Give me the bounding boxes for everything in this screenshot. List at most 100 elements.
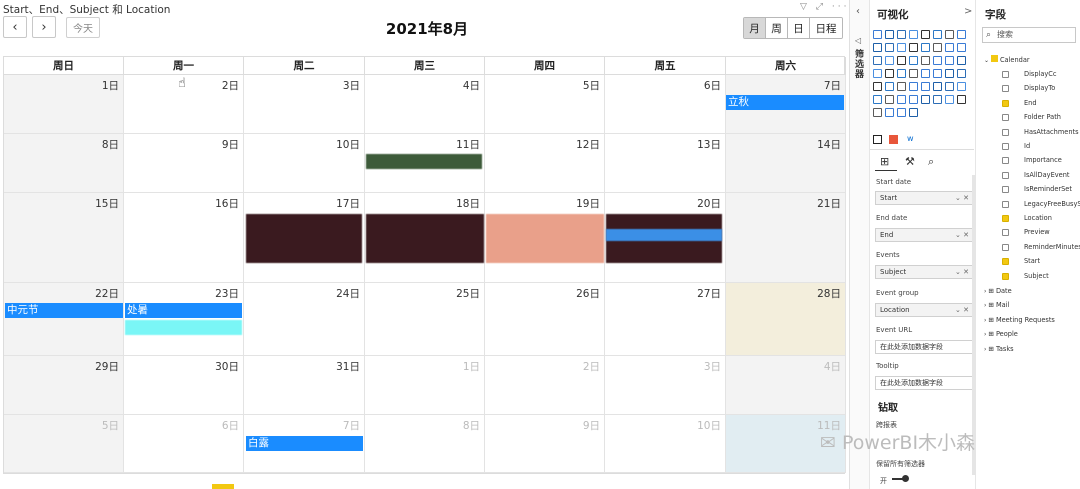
visual-type-icon[interactable] — [957, 56, 966, 65]
toggle-knob[interactable] — [902, 475, 909, 482]
visual-type-icon[interactable] — [933, 56, 942, 65]
visual-type-icon[interactable] — [873, 82, 882, 91]
day-cell[interactable]: 13日 — [605, 134, 726, 193]
visual-type-icon[interactable] — [933, 30, 942, 39]
visual-type-icon[interactable] — [897, 95, 906, 104]
field-checkbox[interactable] — [1002, 128, 1009, 136]
field-checkbox[interactable] — [1002, 71, 1009, 78]
remove-field-icon[interactable]: ⌄ ✕ — [955, 304, 969, 316]
field-item[interactable]: Folder Path — [1002, 113, 1080, 123]
next-month-button[interactable]: › — [32, 16, 56, 38]
end-well[interactable]: End ⌄ ✕ — [875, 228, 973, 242]
day-cell[interactable]: 25日 — [365, 283, 485, 356]
visual-type-icon[interactable] — [933, 43, 942, 52]
day-cell[interactable]: 5日 — [485, 75, 605, 134]
visual-type-icon[interactable] — [957, 95, 966, 104]
field-item[interactable]: Preview — [1002, 228, 1080, 238]
day-cell[interactable]: 3日 — [605, 356, 726, 415]
day-cell[interactable]: 27日 — [605, 283, 726, 356]
visual-type-icon[interactable] — [921, 95, 930, 104]
field-item[interactable]: End — [1002, 99, 1080, 109]
event-liqiu[interactable]: 立秋 — [726, 95, 844, 110]
visual-type-icon[interactable] — [921, 82, 930, 91]
visual-type-icon[interactable] — [945, 43, 954, 52]
day-cell[interactable]: 9日 — [485, 415, 605, 473]
today-button[interactable]: 今天 — [66, 17, 100, 38]
table-item[interactable]: › ⊞ Tasks — [984, 345, 1014, 353]
remove-field-icon[interactable]: ⌄ ✕ — [955, 192, 969, 204]
day-cell[interactable]: 29日 — [4, 356, 124, 415]
day-cell[interactable]: 4日 — [365, 75, 485, 134]
collapse-chevron-icon[interactable]: ‹ — [856, 6, 860, 17]
day-cell[interactable]: 9日 — [124, 134, 244, 193]
day-cell[interactable]: 22日 — [4, 283, 124, 356]
field-checkbox[interactable] — [1002, 114, 1009, 122]
visual-type-icon[interactable] — [933, 69, 942, 78]
visual-type-icon[interactable] — [933, 82, 942, 91]
field-item[interactable]: DisplayCc — [1002, 70, 1080, 80]
visual-type-icon[interactable] — [957, 82, 966, 91]
visual-type-icon[interactable] — [957, 43, 966, 52]
visual-type-icon[interactable] — [873, 43, 882, 52]
visual-type-icon[interactable] — [909, 56, 918, 65]
visual-type-icon[interactable] — [897, 43, 906, 52]
visual-type-icon[interactable] — [933, 95, 942, 104]
field-checkbox[interactable] — [1002, 258, 1009, 266]
subject-well[interactable]: Subject ⌄ ✕ — [875, 265, 973, 279]
prev-month-button[interactable]: ‹ — [3, 16, 27, 38]
visual-type-icon[interactable] — [921, 69, 930, 78]
expand-chevron-icon[interactable]: > — [964, 6, 972, 17]
day-cell[interactable]: 1日 — [365, 356, 485, 415]
location-well[interactable]: Location ⌄ ✕ — [875, 303, 973, 317]
visual-type-icon[interactable] — [885, 56, 894, 65]
day-cell[interactable]: 5日 — [4, 415, 124, 473]
view-week-button[interactable]: 周 — [766, 18, 788, 38]
event-redacted[interactable] — [486, 214, 604, 263]
field-item[interactable]: IsReminderSet — [1002, 185, 1080, 195]
visual-type-icon[interactable] — [921, 43, 930, 52]
format-paint-icon[interactable]: ⚒ — [905, 155, 915, 168]
calendar-visual-icon[interactable] — [873, 135, 882, 144]
day-cell[interactable]: 24日 — [244, 283, 365, 356]
event-redacted[interactable] — [366, 214, 484, 263]
fields-tab-icon[interactable]: ⊞ — [880, 155, 889, 168]
day-cell[interactable]: 8日 — [365, 415, 485, 473]
day-cell[interactable]: 21日 — [726, 193, 846, 283]
field-checkbox[interactable] — [1002, 143, 1009, 150]
event-chushu[interactable]: 处暑 — [125, 303, 242, 318]
field-checkbox[interactable] — [1002, 215, 1009, 222]
visual-type-icon[interactable] — [909, 30, 918, 39]
visual-type-icon[interactable] — [909, 82, 918, 91]
visual-type-icon[interactable] — [897, 108, 906, 117]
visual-type-icon[interactable] — [945, 95, 954, 104]
day-cell[interactable]: 10日 — [605, 415, 726, 473]
visual-type-icon[interactable] — [885, 82, 894, 91]
field-item[interactable]: Subject — [1002, 272, 1080, 282]
day-cell[interactable]: 10日 — [244, 134, 365, 193]
table-item[interactable]: › ⊞ Meeting Requests — [984, 316, 1055, 324]
field-item[interactable]: HasAttachments — [1002, 128, 1080, 138]
event-bailu[interactable]: 白露 — [246, 436, 363, 451]
visual-type-icon[interactable] — [945, 56, 954, 65]
field-item[interactable]: ReminderMinutes — [1002, 243, 1080, 253]
day-cell[interactable]: 14日 — [726, 134, 846, 193]
visual-type-icon[interactable] — [885, 43, 894, 52]
field-checkbox[interactable] — [1002, 171, 1009, 179]
field-checkbox[interactable] — [1002, 157, 1009, 165]
visual-type-icon[interactable] — [957, 30, 966, 39]
day-cell[interactable]: 6日 — [605, 75, 726, 134]
field-item[interactable]: IsAllDayEvent — [1002, 171, 1080, 181]
field-item[interactable]: LegacyFreeBusySt — [1002, 200, 1080, 210]
visual-type-icon[interactable] — [897, 82, 906, 91]
field-item[interactable]: DisplayTo — [1002, 84, 1080, 94]
day-cell[interactable]: 31日 — [244, 356, 365, 415]
visual-type-icon[interactable] — [873, 56, 882, 65]
field-checkbox[interactable] — [1002, 85, 1009, 93]
day-cell[interactable]: 12日 — [485, 134, 605, 193]
visual-type-icon[interactable] — [885, 69, 894, 78]
filters-pane-collapsed[interactable]: ‹ ◁ 筛选器 — [850, 0, 870, 489]
remove-field-icon[interactable]: ⌄ ✕ — [955, 229, 969, 241]
horizontal-scrollbar[interactable] — [3, 482, 845, 486]
visual-type-icon[interactable] — [897, 30, 906, 39]
remove-field-icon[interactable]: ⌄ ✕ — [955, 266, 969, 278]
